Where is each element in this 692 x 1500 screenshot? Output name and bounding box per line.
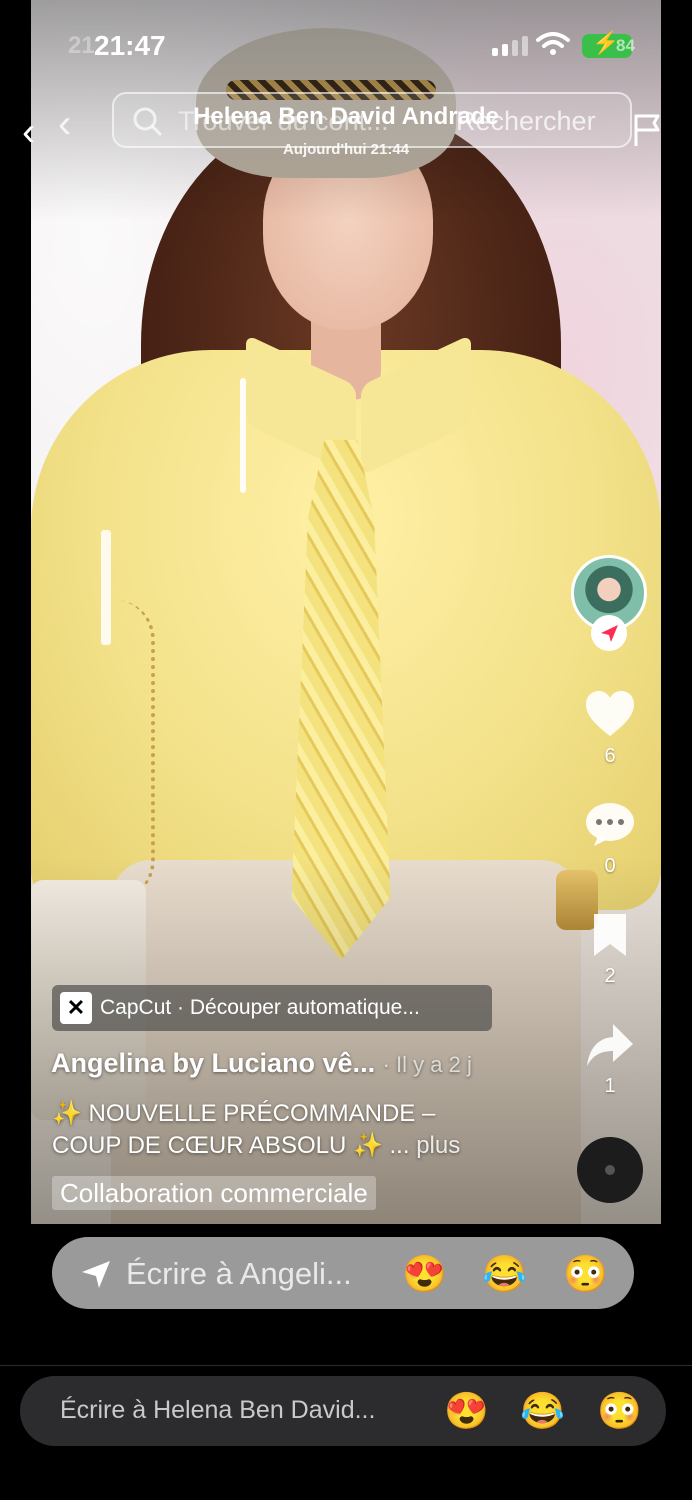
report-flag-icon[interactable] bbox=[632, 112, 664, 148]
reply-video-placeholder: Écrire à Angeli... bbox=[126, 1256, 352, 1291]
like-button[interactable]: 6 bbox=[580, 690, 640, 768]
music-disc-icon[interactable] bbox=[577, 1137, 643, 1203]
heart-eyes-emoji-button[interactable]: 😍 bbox=[402, 1256, 447, 1292]
caption-more-link[interactable]: plus bbox=[416, 1132, 460, 1159]
capcut-anchor[interactable]: ✕ CapCut · Découper automatique... bbox=[52, 985, 492, 1031]
share-arrow-icon bbox=[587, 1024, 633, 1066]
collaboration-badge: Collaboration commerciale bbox=[52, 1176, 376, 1210]
status-time: 21:47 bbox=[94, 30, 166, 61]
like-count: 6 bbox=[604, 745, 616, 767]
bookmark-icon bbox=[594, 914, 626, 956]
heart-icon bbox=[586, 691, 634, 736]
status-time-ghost: 21 bbox=[68, 32, 95, 59]
video-player[interactable] bbox=[31, 0, 661, 1224]
heart-eyes-emoji-button[interactable]: 😍 bbox=[444, 1393, 489, 1429]
comment-count: 0 bbox=[604, 855, 616, 877]
comment-icon bbox=[586, 803, 634, 846]
comment-button[interactable]: 0 bbox=[580, 800, 640, 878]
send-arrow-icon bbox=[601, 625, 618, 642]
follow-button[interactable] bbox=[591, 615, 627, 651]
chat-subtitle: Aujourd'hui 21:44 bbox=[282, 141, 410, 158]
flushed-emoji-button[interactable]: 😳 bbox=[563, 1256, 608, 1292]
save-button[interactable]: 2 bbox=[580, 912, 640, 988]
save-count: 2 bbox=[604, 965, 616, 987]
caption-line-2: COUP DE CŒUR ABSOLU ✨ ... bbox=[52, 1132, 410, 1159]
author-line[interactable]: Angelina by Luciano vê... · Il y a 2 j bbox=[51, 1048, 472, 1079]
flushed-emoji-button[interactable]: 😳 bbox=[597, 1393, 642, 1429]
capcut-logo-icon: ✕ bbox=[60, 992, 92, 1024]
send-arrow-icon bbox=[82, 1261, 110, 1288]
caption-line-1: ✨ NOUVELLE PRÉCOMMANDE – bbox=[52, 1100, 436, 1127]
wifi-icon bbox=[536, 32, 570, 55]
divider bbox=[0, 1365, 692, 1366]
share-count: 1 bbox=[604, 1075, 616, 1097]
joy-emoji-button[interactable]: 😂 bbox=[520, 1393, 565, 1429]
battery-level: 84 bbox=[616, 36, 635, 55]
chat-title: Helena Ben David Andrade bbox=[193, 103, 499, 130]
video-caption[interactable]: ✨ NOUVELLE PRÉCOMMANDE – COUP DE CŒUR AB… bbox=[52, 1098, 522, 1162]
joy-emoji-button[interactable]: 😂 bbox=[482, 1256, 527, 1292]
video-overlay-gradient bbox=[31, 0, 661, 1224]
author-name[interactable]: Angelina by Luciano vê... bbox=[51, 1048, 375, 1078]
capcut-label: CapCut · Découper automatique... bbox=[100, 996, 420, 1019]
share-button[interactable]: 1 bbox=[580, 1022, 640, 1098]
post-time: · Il y a 2 j bbox=[382, 1052, 472, 1077]
cellular-signal-icon bbox=[492, 36, 528, 56]
status-bar: 21 21:47 ⚡ 84 bbox=[0, 0, 692, 80]
chat-input-placeholder: Écrire à Helena Ben David... bbox=[60, 1396, 376, 1424]
